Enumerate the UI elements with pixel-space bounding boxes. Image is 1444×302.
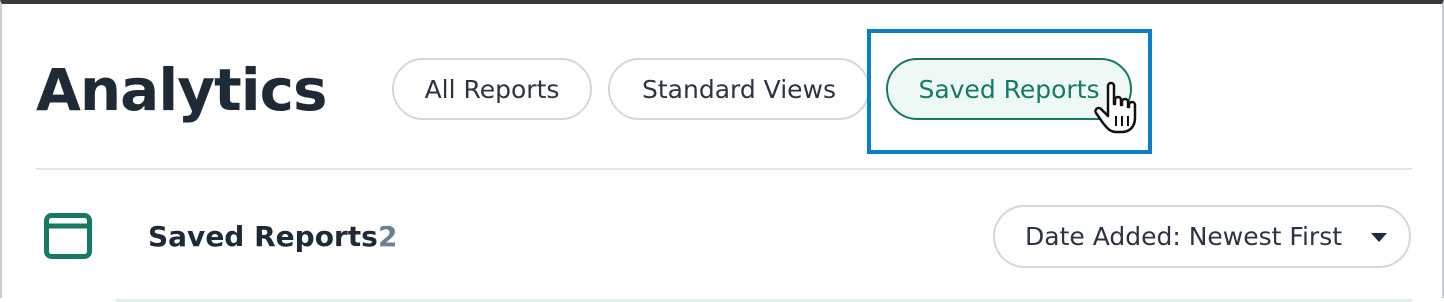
tab-standard-views[interactable]: Standard Views [608, 58, 870, 120]
header-divider [36, 168, 1412, 170]
section-title: Saved Reports [148, 220, 378, 253]
tab-saved-reports[interactable]: Saved Reports [886, 58, 1132, 120]
tab-label: Standard Views [641, 74, 837, 104]
section-count: 2 [378, 220, 398, 253]
caret-down-icon [1371, 233, 1387, 242]
tab-all-reports[interactable]: All Reports [392, 58, 592, 120]
sort-label: Date Added: Newest First [1025, 222, 1343, 251]
sort-dropdown[interactable]: Date Added: Newest First [993, 205, 1411, 268]
tab-label: Saved Reports [918, 74, 1100, 104]
tab-label: All Reports [424, 74, 560, 104]
window-icon [44, 213, 92, 259]
app-window: Analytics All Reports Standard Views Sav… [0, 0, 1444, 302]
page-title: Analytics [36, 56, 328, 124]
